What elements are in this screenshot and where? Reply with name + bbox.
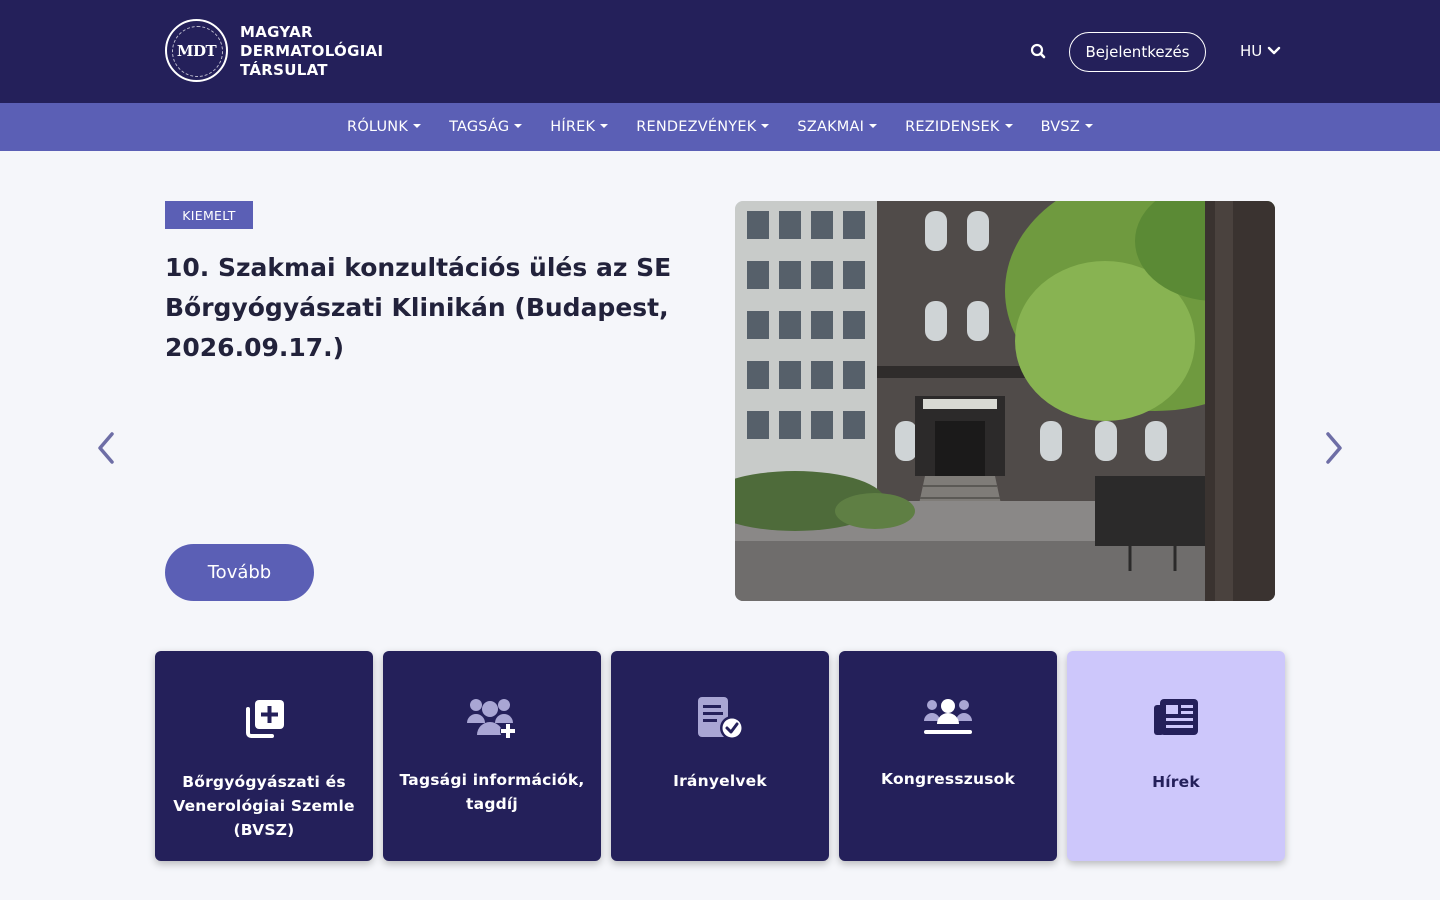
caret-down-icon: [514, 124, 523, 128]
caret-down-icon: [869, 124, 878, 128]
caret-down-icon: [413, 124, 422, 128]
card-label: Irányelvek: [673, 772, 767, 790]
people-group-icon: [924, 699, 972, 734]
nav-item-rezidensek[interactable]: REZIDENSEK: [891, 119, 1027, 135]
nav-item-szakmai[interactable]: SZAKMAI: [783, 119, 891, 135]
nav-item-label: REZIDENSEK: [905, 119, 1000, 135]
card-guidelines[interactable]: Irányelvek: [611, 651, 829, 861]
read-more-button[interactable]: Tovább: [165, 544, 314, 601]
document-check-icon: [698, 697, 744, 740]
logo-line-1: MAGYAR: [240, 23, 313, 41]
search-icon[interactable]: [1028, 41, 1048, 61]
nav-item-hirek[interactable]: HÍREK: [536, 119, 622, 135]
carousel-next-icon[interactable]: [1322, 428, 1346, 468]
logo-line-2: DERMATOLÓGIAI: [240, 42, 384, 60]
nav-item-rolunk[interactable]: RÓLUNK: [333, 119, 435, 135]
nav-item-label: SZAKMAI: [797, 119, 865, 135]
caret-down-icon: [1084, 124, 1093, 128]
main-nav: RÓLUNK TAGSÁG HÍREK RENDEZVÉNYEK SZAKMAI…: [0, 103, 1440, 151]
nav-item-label: TAGSÁG: [449, 119, 510, 135]
card-label: Hírek: [1152, 773, 1200, 791]
language-label: HU: [1240, 42, 1263, 60]
carousel-prev-icon[interactable]: [94, 428, 118, 468]
nav-item-tagsag[interactable]: TAGSÁG: [435, 119, 536, 135]
logo-mark: MDT: [176, 41, 217, 60]
card-congresses[interactable]: Kongresszusok: [839, 651, 1057, 861]
chevron-down-icon: [1268, 46, 1281, 55]
hero-title[interactable]: 10. Szakmai konzultációs ülés az SE Bőrg…: [165, 248, 685, 368]
newspaper-icon: [1154, 699, 1198, 735]
card-label: Bőrgyógyászati és Venerológiai Szemle (B…: [173, 773, 355, 839]
logo-line-3: TÁRSULAT: [240, 61, 328, 79]
language-selector[interactable]: HU: [1240, 40, 1281, 62]
nav-item-label: BVSZ: [1040, 119, 1080, 135]
logo-text[interactable]: MAGYAR DERMATOLÓGIAI TÁRSULAT: [240, 23, 383, 80]
users-plus-icon: [467, 699, 516, 739]
card-bvsz[interactable]: Bőrgyógyászati és Venerológiai Szemle (B…: [155, 651, 373, 861]
card-label: Kongresszusok: [881, 770, 1015, 788]
card-label: Tagsági információk, tagdíj: [399, 771, 585, 813]
logo-seal[interactable]: MDT: [165, 19, 228, 82]
login-button[interactable]: Bejelentkezés: [1069, 32, 1206, 72]
nav-item-label: RENDEZVÉNYEK: [636, 119, 757, 135]
caret-down-icon: [1004, 124, 1013, 128]
caret-down-icon: [761, 124, 770, 128]
nav-item-label: RÓLUNK: [347, 119, 409, 135]
card-news[interactable]: Hírek: [1067, 651, 1285, 861]
caret-down-icon: [600, 124, 609, 128]
journal-plus-icon: [246, 700, 284, 738]
site-header: MDT MAGYAR DERMATOLÓGIAI TÁRSULAT Bejele…: [0, 0, 1440, 103]
nav-item-bvsz[interactable]: BVSZ: [1027, 119, 1107, 135]
nav-item-label: HÍREK: [550, 119, 596, 135]
hero-image[interactable]: [735, 201, 1275, 601]
featured-badge: KIEMELT: [165, 201, 253, 229]
card-membership[interactable]: Tagsági információk, tagdíj: [383, 651, 601, 861]
nav-item-rendezvenyek[interactable]: RENDEZVÉNYEK: [622, 119, 783, 135]
